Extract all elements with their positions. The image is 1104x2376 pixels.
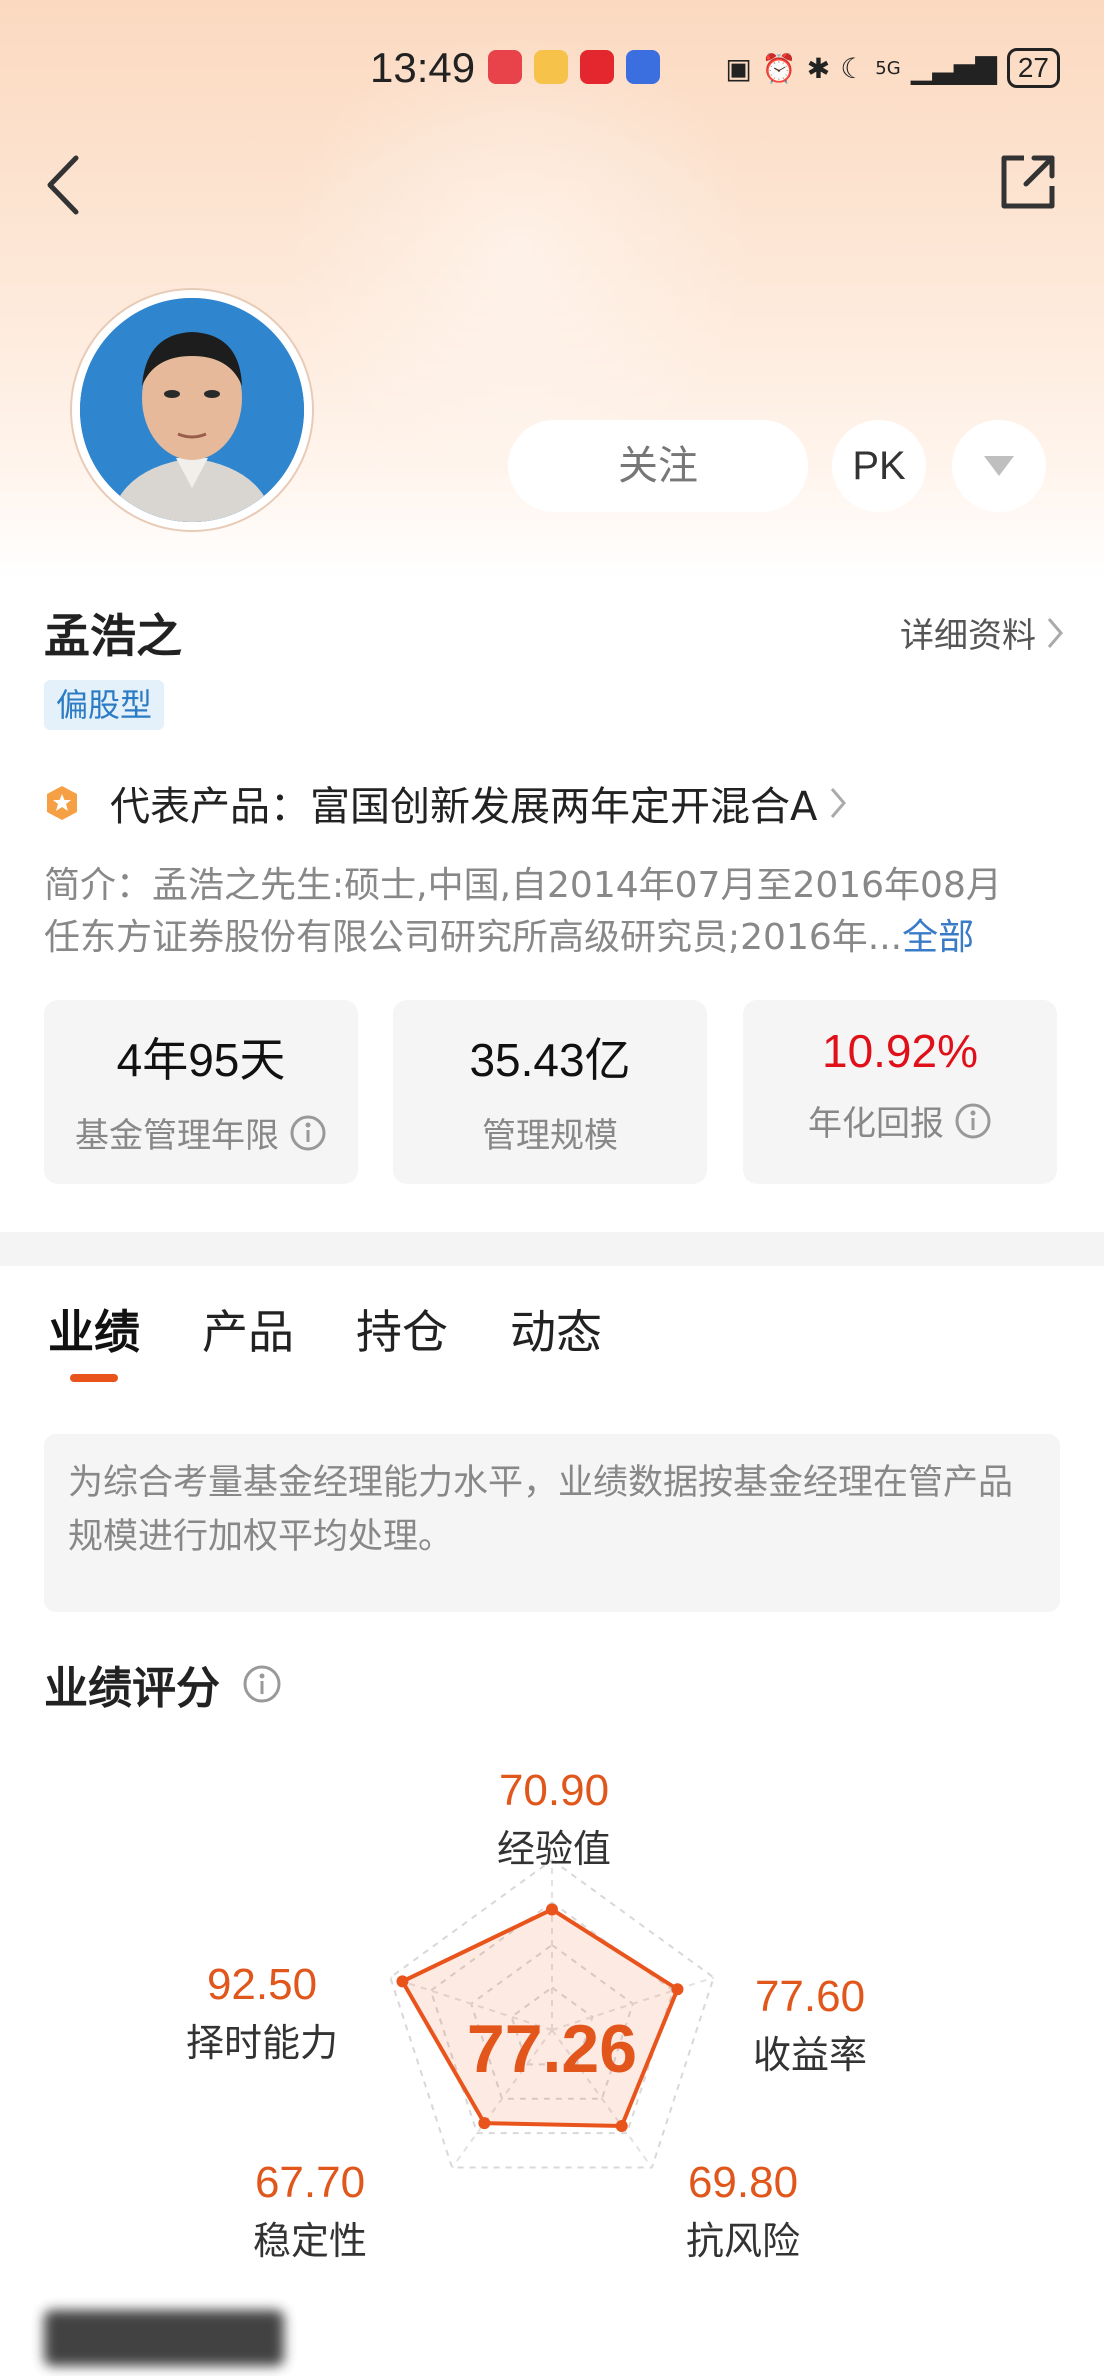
- radar-label-stability: 稳定性: [252, 2219, 367, 2263]
- detail-info-label: 详细资料: [900, 616, 1036, 656]
- weibo-app-icon: [534, 50, 568, 84]
- radar-point-1: [546, 1903, 558, 1916]
- representative-label: 代表产品：: [110, 784, 310, 830]
- c-app-icon: [580, 50, 614, 84]
- network-label: 5G: [875, 57, 901, 79]
- radar-point-4: [478, 2117, 491, 2130]
- score-title-label: 业绩评分: [44, 1663, 220, 1714]
- manager-avatar[interactable]: [72, 290, 312, 530]
- moon-icon: ☾: [840, 51, 866, 85]
- detail-info-link[interactable]: 详细资料: [900, 608, 1064, 657]
- representative-product-row[interactable]: 代表产品： 富国创新发展两年定开混合A: [44, 775, 1064, 831]
- bluetooth-icon: ✱: [806, 51, 831, 85]
- section-tabs: 业绩 产品 持仓 动态: [48, 1296, 602, 1382]
- chevron-right-icon: [1047, 617, 1063, 648]
- pk-button[interactable]: PK: [832, 420, 926, 512]
- representative-product-name: 富国创新发展两年定开混合A: [310, 784, 818, 830]
- intro-expand-link[interactable]: 全部: [902, 917, 974, 958]
- info-icon[interactable]: [954, 1102, 992, 1140]
- radar-label-experience: 经验值: [496, 1827, 611, 1871]
- medal-icon: [47, 786, 77, 820]
- score-radar-chart: 77.26 70.90 经验值 77.60 收益率 69.80 抗风险 67.7…: [0, 1740, 1104, 2280]
- active-tab-indicator: [70, 1374, 118, 1382]
- tab-products[interactable]: 产品: [202, 1296, 294, 1376]
- alarm-icon: ⏰: [761, 51, 797, 85]
- tab-holdings[interactable]: 持仓: [356, 1296, 448, 1376]
- radar-point-2: [671, 1983, 684, 1996]
- tab-performance[interactable]: 业绩: [48, 1296, 140, 1382]
- tab-news[interactable]: 动态: [510, 1296, 602, 1376]
- manager-intro: 简介：孟浩之先生:硕士,中国,自2014年07月至2016年08月 任东方证券股…: [44, 860, 1064, 964]
- weighting-notice: 为综合考量基金经理能力水平，业绩数据按基金经理在管产品规模进行加权平均处理。: [44, 1434, 1060, 1612]
- status-icons: ▣ ⏰ ✱ ☾ 5G ▁▃▅▇ 27: [725, 48, 1060, 88]
- intro-line-1: 简介：孟浩之先生:硕士,中国,自2014年07月至2016年08月: [44, 865, 1002, 906]
- tab-label: 业绩: [48, 1305, 140, 1359]
- back-arrow-icon[interactable]: [40, 150, 90, 220]
- share-icon[interactable]: [996, 150, 1060, 214]
- radar-value-experience: 70.90: [498, 1766, 610, 1815]
- stat-label: 管理规模: [482, 1116, 618, 1156]
- huawei-app-icon: [488, 50, 522, 84]
- stat-value: 4年95天: [116, 1034, 286, 1086]
- info-icon[interactable]: [289, 1114, 327, 1152]
- overall-score: 77.26: [466, 2011, 638, 2087]
- radar-value-return: 77.60: [754, 1972, 866, 2021]
- section-divider: [0, 1232, 1104, 1266]
- status-bar: 13:49 ▣ ⏰ ✱ ☾ 5G ▁▃▅▇ 27: [0, 40, 1104, 100]
- avatar-portrait: [80, 298, 304, 522]
- more-dropdown-button[interactable]: [952, 420, 1046, 512]
- signal-icon: ▁▃▅▇: [910, 51, 997, 85]
- follow-button[interactable]: 关注: [508, 420, 808, 512]
- tab-label: 产品: [202, 1305, 294, 1359]
- radar-point-3: [615, 2119, 628, 2132]
- stat-card-tenure: 4年95天 基金管理年限: [44, 1000, 358, 1184]
- score-section-title: 业绩评分: [44, 1652, 282, 1716]
- intro-line-2: 任东方证券股份有限公司研究所高级研究员;2016年...: [44, 917, 903, 958]
- tab-label: 动态: [510, 1305, 602, 1359]
- caret-down-icon: [984, 456, 1014, 476]
- info-icon[interactable]: [242, 1664, 282, 1704]
- radar-value-stability: 67.70: [254, 2158, 366, 2207]
- chevron-right-icon: [831, 788, 847, 818]
- radar-label-risk: 抗风险: [685, 2219, 800, 2263]
- stat-value: 35.43亿: [469, 1034, 631, 1086]
- radar-value-timing: 92.50: [206, 1960, 318, 2009]
- style-tag: 偏股型: [44, 680, 165, 730]
- stat-label: 基金管理年限: [75, 1116, 279, 1156]
- battery-indicator: 27: [1006, 48, 1060, 88]
- stat-label: 年化回报: [808, 1104, 944, 1144]
- stat-card-annual-return: 10.92% 年化回报: [743, 1000, 1057, 1184]
- radar-point-5: [396, 1975, 409, 1988]
- obscured-text: [44, 2310, 284, 2366]
- nfc-icon: ▣: [725, 51, 752, 85]
- radar-value-risk: 69.80: [687, 2158, 799, 2207]
- status-time: 13:49: [370, 44, 476, 91]
- stat-value: 10.92%: [821, 1025, 978, 1077]
- stat-card-scale: 35.43亿 管理规模: [393, 1000, 707, 1184]
- radar-label-return: 收益率: [752, 2033, 867, 2077]
- radar-label-timing: 择时能力: [185, 2021, 338, 2065]
- tab-label: 持仓: [356, 1305, 448, 1359]
- header-glow: [260, 40, 780, 460]
- manager-name: 孟浩之: [44, 609, 182, 663]
- blue-app-icon: [626, 50, 660, 84]
